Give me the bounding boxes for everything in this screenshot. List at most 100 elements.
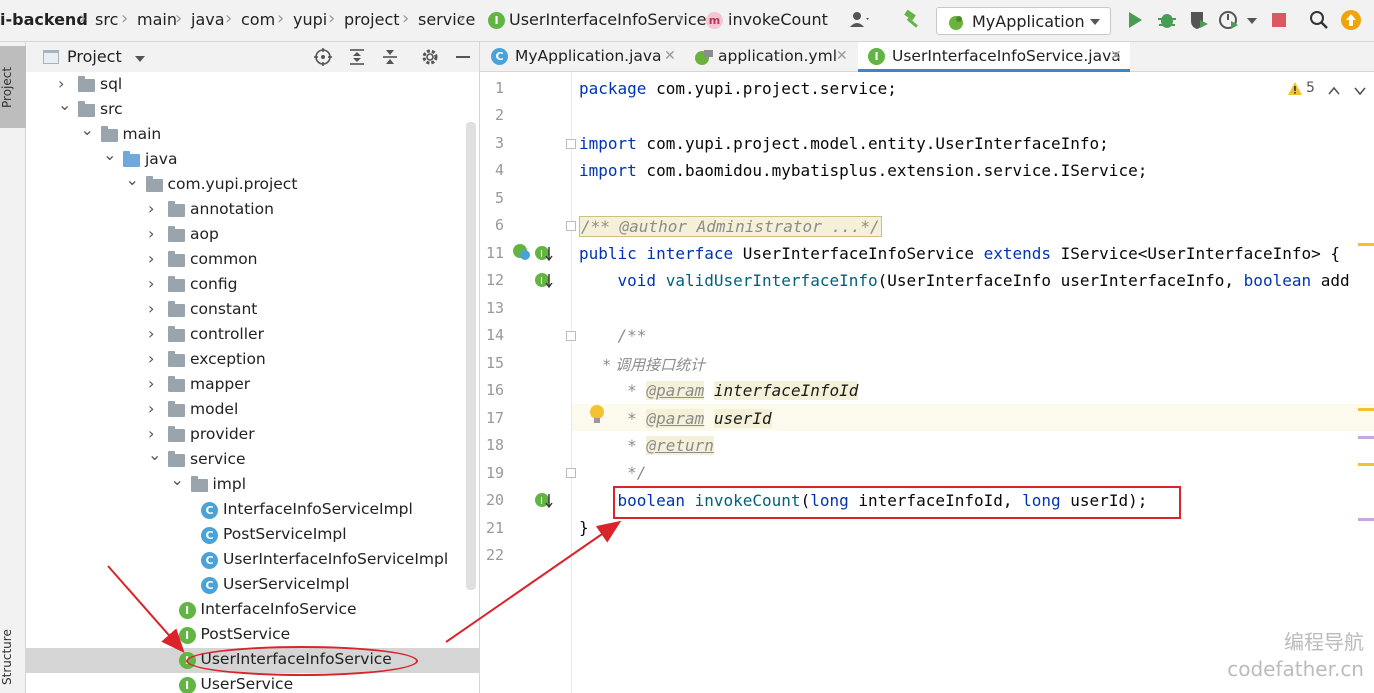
tree-item[interactable]: › mapper	[26, 373, 479, 398]
tree-item[interactable]: › constant	[26, 298, 479, 323]
chevron-down-icon[interactable]: ⌄	[58, 95, 71, 114]
breadcrumb-item[interactable]: java	[191, 10, 225, 29]
chevron-right-icon[interactable]: ›	[148, 199, 154, 218]
run-icon[interactable]	[1124, 9, 1146, 31]
chevron-down-icon[interactable]: ⌄	[126, 170, 139, 189]
breadcrumb-item[interactable]: service	[418, 10, 475, 29]
tree-item[interactable]: ⌄ impl	[26, 470, 479, 498]
tree-item[interactable]: ⌄ com.yupi.project	[26, 170, 479, 198]
tree-item[interactable]: I PostService	[26, 623, 479, 648]
locate-icon[interactable]	[314, 48, 332, 70]
chevron-right-icon[interactable]: ›	[148, 349, 154, 368]
chevron-right-icon[interactable]: ›	[148, 274, 154, 293]
chevron-right-icon[interactable]: ›	[148, 399, 154, 418]
hide-icon[interactable]	[454, 48, 472, 70]
stop-icon[interactable]	[1268, 9, 1290, 31]
info-stripe-mark[interactable]	[1358, 518, 1374, 521]
warnings-count[interactable]: 5	[1306, 80, 1315, 96]
breadcrumb-item[interactable]: project	[344, 10, 400, 29]
line-number: 2	[494, 106, 504, 124]
chevron-down-icon[interactable]: ⌄	[103, 145, 116, 164]
tree-item[interactable]: › controller	[26, 323, 479, 348]
chevron-down-icon[interactable]: ⌄	[81, 120, 94, 139]
structure-tool-tab[interactable]: Structure	[0, 624, 26, 690]
tree-item[interactable]: › provider	[26, 423, 479, 448]
breadcrumb-item[interactable]: yupi	[293, 10, 327, 29]
tree-item[interactable]: › annotation	[26, 198, 479, 223]
breadcrumb-item[interactable]: invokeCount	[728, 10, 828, 29]
breadcrumb-item[interactable]: i-backend	[0, 10, 88, 29]
tree-item[interactable]: › exception	[26, 348, 479, 373]
tree-item[interactable]: C UserServiceImpl	[26, 573, 479, 598]
fold-marker-icon[interactable]	[566, 468, 576, 478]
implemented-down-icon[interactable]: I	[534, 491, 554, 513]
implemented-down-icon[interactable]: I	[534, 244, 554, 266]
chevron-right-icon[interactable]: ›	[148, 424, 154, 443]
chevron-right-icon[interactable]: ›	[148, 324, 154, 343]
line-number: 3	[494, 134, 504, 152]
tree-item[interactable]: › common	[26, 248, 479, 273]
search-icon[interactable]	[1308, 9, 1330, 31]
chevron-down-icon[interactable]	[134, 51, 146, 69]
fold-marker-icon[interactable]	[566, 221, 576, 231]
chevron-down-icon[interactable]	[1246, 9, 1268, 31]
warning-stripe-mark[interactable]	[1358, 408, 1374, 411]
project-tool-tab[interactable]: Project	[0, 46, 26, 128]
chevron-up-icon[interactable]	[1328, 83, 1340, 101]
tree-item[interactable]: › model	[26, 398, 479, 423]
warning-stripe-mark[interactable]	[1358, 463, 1374, 466]
tree-item[interactable]: C InterfaceInfoServiceImpl	[26, 498, 479, 523]
tree-item[interactable]: › aop	[26, 223, 479, 248]
tab-userinterfaceinfoservice-java[interactable]: I UserInterfaceInfoService.java ✕	[858, 42, 1130, 72]
tab-myapplication-java[interactable]: C MyApplication.java ✕	[486, 42, 680, 72]
tab-application-yml[interactable]: application.yml ✕	[690, 42, 858, 72]
chevron-right-icon[interactable]: ›	[148, 374, 154, 393]
profile-icon[interactable]	[1218, 9, 1240, 31]
expand-all-icon[interactable]	[348, 48, 366, 70]
chevron-down-icon[interactable]: ⌄	[171, 470, 184, 489]
implemented-icon[interactable]	[512, 242, 534, 266]
tree-item[interactable]: › sql	[26, 73, 479, 98]
project-panel-title[interactable]: Project	[67, 47, 122, 66]
build-hammer-icon[interactable]	[902, 9, 924, 31]
user-icon[interactable]	[848, 9, 870, 31]
debug-icon[interactable]	[1156, 9, 1178, 31]
breadcrumb-item[interactable]: com	[241, 10, 275, 29]
fold-marker-icon[interactable]	[566, 331, 576, 341]
tree-item[interactable]: C PostServiceImpl	[26, 523, 479, 548]
tree-item[interactable]: I UserService	[26, 673, 479, 693]
chevron-right-icon[interactable]: ›	[148, 224, 154, 243]
tree-item[interactable]: C UserInterfaceInfoServiceImpl	[26, 548, 479, 573]
highlight-box	[613, 486, 1181, 519]
tree-item[interactable]: ⌄ java	[26, 145, 479, 173]
tree-item[interactable]: ⌄ src	[26, 95, 479, 123]
chevron-down-icon[interactable]	[1354, 83, 1366, 101]
coverage-icon[interactable]	[1188, 9, 1210, 31]
breadcrumb-item[interactable]: main	[137, 10, 177, 29]
close-icon[interactable]: ✕	[664, 48, 676, 64]
chevron-right-icon[interactable]: ›	[148, 299, 154, 318]
tree-item-label: exception	[190, 350, 266, 368]
chevron-right-icon[interactable]: ›	[58, 74, 64, 93]
run-configuration-select[interactable]: MyApplication	[936, 7, 1111, 35]
update-icon[interactable]	[1340, 9, 1362, 31]
fold-marker-icon[interactable]	[566, 139, 576, 149]
collapse-all-icon[interactable]	[381, 48, 399, 70]
tree-item[interactable]: › config	[26, 273, 479, 298]
warning-icon[interactable]	[1287, 81, 1303, 100]
close-icon[interactable]: ✕	[1110, 48, 1122, 64]
implemented-down-icon[interactable]: I	[534, 271, 554, 293]
chevron-right-icon[interactable]: ›	[148, 249, 154, 268]
line-number: 13	[485, 299, 504, 317]
tree-item[interactable]: ⌄ main	[26, 120, 479, 148]
scrollbar[interactable]	[466, 122, 476, 590]
breadcrumb-item[interactable]: src	[95, 10, 118, 29]
gear-icon[interactable]	[421, 48, 439, 70]
tree-item[interactable]: I InterfaceInfoService	[26, 598, 479, 623]
tree-item[interactable]: ⌄ service	[26, 445, 479, 473]
info-stripe-mark[interactable]	[1358, 436, 1374, 439]
chevron-down-icon[interactable]: ⌄	[148, 445, 161, 464]
editor-gutter: 1 2 3 4 5 6 11 12 13 14 15 16 17 18 19 20 21 22	[480, 73, 572, 693]
close-icon[interactable]: ✕	[836, 48, 848, 64]
warning-stripe-mark[interactable]	[1358, 243, 1374, 246]
